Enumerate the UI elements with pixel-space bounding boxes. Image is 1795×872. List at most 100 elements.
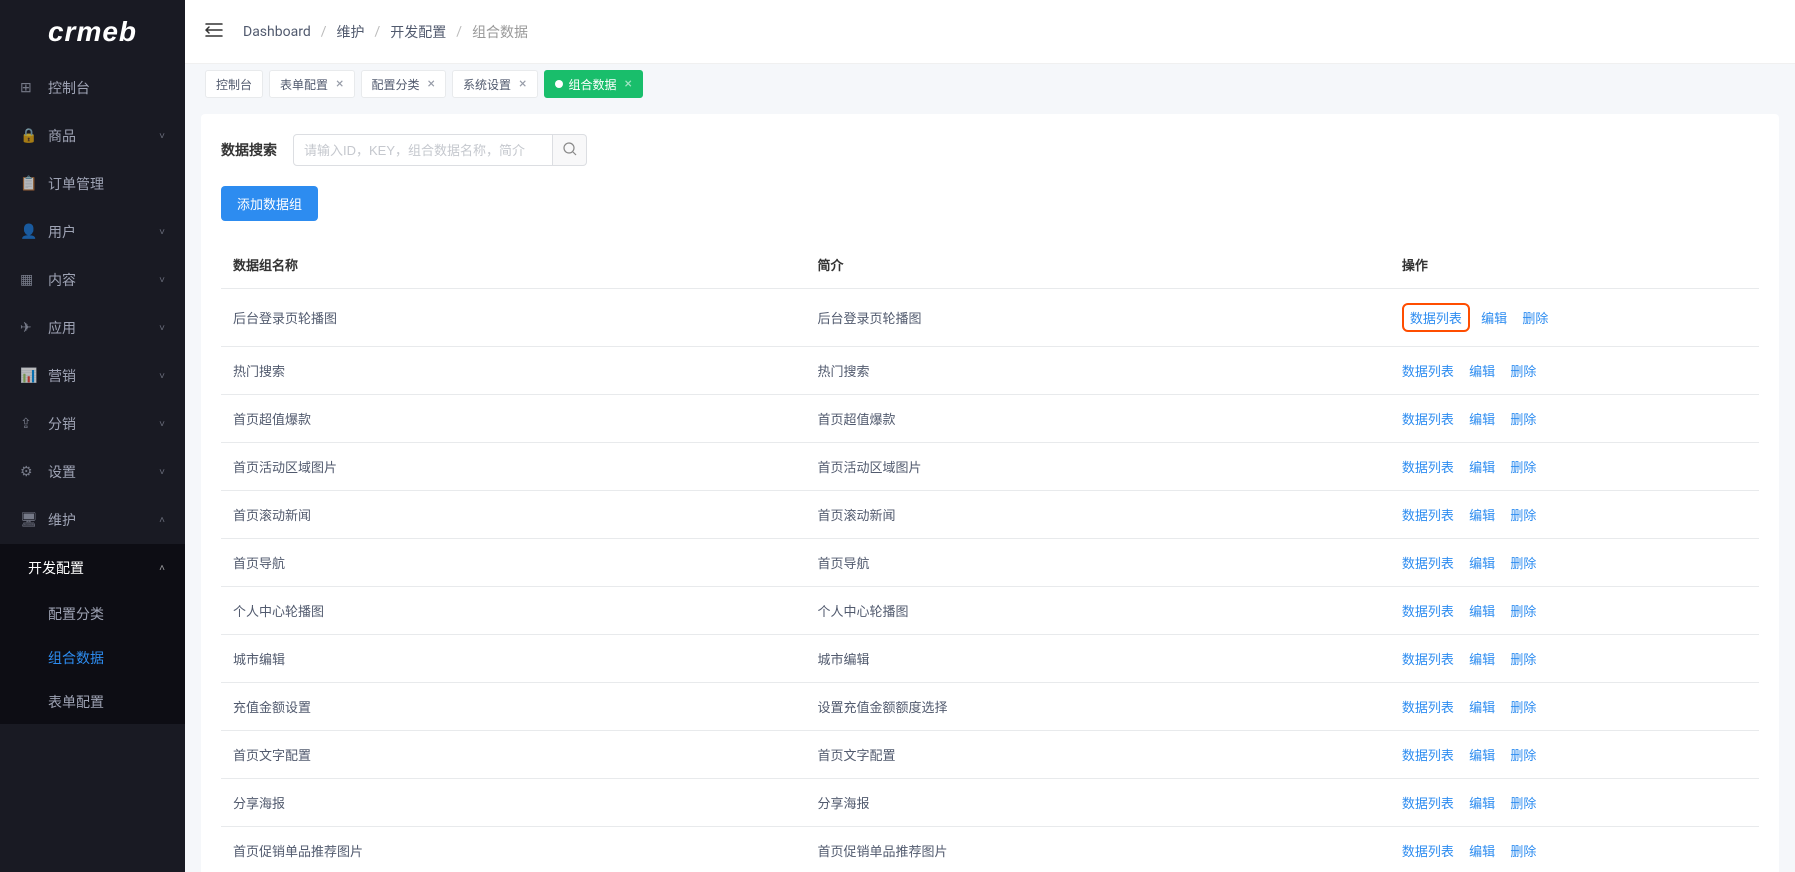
sidebar-item[interactable]: ▦内容˅ xyxy=(0,256,185,304)
subnav-item[interactable]: 表单配置 xyxy=(0,680,185,724)
edit-link[interactable]: 编辑 xyxy=(1469,461,1495,476)
cell-desc: 热门搜索 xyxy=(805,347,1389,395)
breadcrumb-separator: / xyxy=(456,24,462,40)
data-list-link[interactable]: 数据列表 xyxy=(1402,413,1454,428)
data-list-link[interactable]: 数据列表 xyxy=(1410,312,1462,327)
breadcrumb-item[interactable]: 维护 xyxy=(337,22,365,42)
cell-actions: 数据列表 编辑 删除 xyxy=(1390,587,1759,635)
edit-link[interactable]: 编辑 xyxy=(1469,845,1495,860)
delete-link[interactable]: 删除 xyxy=(1510,461,1536,476)
cell-name: 城市编辑 xyxy=(221,635,805,683)
edit-link[interactable]: 编辑 xyxy=(1469,605,1495,620)
delete-link[interactable]: 删除 xyxy=(1510,797,1536,812)
sidebar-item[interactable]: ✈应用˅ xyxy=(0,304,185,352)
breadcrumb-item[interactable]: Dashboard xyxy=(243,24,311,40)
sidebar-item[interactable]: 🖥维护˄ xyxy=(0,496,185,544)
data-list-link[interactable]: 数据列表 xyxy=(1402,461,1454,476)
highlight-annotation: 数据列表 xyxy=(1402,303,1470,332)
nav-label: 设置 xyxy=(48,462,159,482)
tab[interactable]: 组合数据× xyxy=(544,70,644,98)
tabs-bar: 控制台表单配置×配置分类×系统设置×组合数据× xyxy=(185,64,1795,98)
delete-link[interactable]: 删除 xyxy=(1510,509,1536,524)
cell-desc: 首页促销单品推荐图片 xyxy=(805,827,1389,872)
delete-link[interactable]: 删除 xyxy=(1510,413,1536,428)
cell-actions: 数据列表 编辑 删除 xyxy=(1390,443,1759,491)
data-list-link[interactable]: 数据列表 xyxy=(1402,557,1454,572)
delete-link[interactable]: 删除 xyxy=(1510,365,1536,380)
cell-name: 后台登录页轮播图 xyxy=(221,289,805,347)
subnav-header[interactable]: 开发配置˄ xyxy=(0,544,185,592)
delete-link[interactable]: 删除 xyxy=(1510,605,1536,620)
add-data-group-button[interactable]: 添加数据组 xyxy=(221,186,318,221)
subnav-item[interactable]: 组合数据 xyxy=(0,636,185,680)
close-icon[interactable]: × xyxy=(336,76,343,92)
edit-link[interactable]: 编辑 xyxy=(1469,509,1495,524)
data-list-link[interactable]: 数据列表 xyxy=(1402,797,1454,812)
edit-link[interactable]: 编辑 xyxy=(1469,749,1495,764)
sidebar-item[interactable]: 🔒商品˅ xyxy=(0,112,185,160)
search-label: 数据搜索 xyxy=(221,140,277,160)
close-icon[interactable]: × xyxy=(519,76,526,92)
tab[interactable]: 系统设置× xyxy=(452,70,538,98)
search-input[interactable] xyxy=(293,134,553,166)
edit-link[interactable]: 编辑 xyxy=(1481,312,1507,327)
edit-link[interactable]: 编辑 xyxy=(1469,365,1495,380)
data-list-link[interactable]: 数据列表 xyxy=(1402,701,1454,716)
sidebar-item[interactable]: ⊞控制台 xyxy=(0,64,185,112)
sidebar-item[interactable]: 📊营销˅ xyxy=(0,352,185,400)
cell-actions: 数据列表 编辑 删除 xyxy=(1390,635,1759,683)
edit-link[interactable]: 编辑 xyxy=(1469,557,1495,572)
delete-link[interactable]: 删除 xyxy=(1510,845,1536,860)
cell-name: 首页文字配置 xyxy=(221,731,805,779)
nav-label: 分销 xyxy=(48,414,159,434)
cell-name: 充值金额设置 xyxy=(221,683,805,731)
delete-link[interactable]: 删除 xyxy=(1510,653,1536,668)
data-list-link[interactable]: 数据列表 xyxy=(1402,509,1454,524)
cell-desc: 首页活动区域图片 xyxy=(805,443,1389,491)
tab[interactable]: 表单配置× xyxy=(269,70,355,98)
cell-desc: 城市编辑 xyxy=(805,635,1389,683)
tab-active-dot xyxy=(555,80,563,88)
data-list-link[interactable]: 数据列表 xyxy=(1402,845,1454,860)
edit-link[interactable]: 编辑 xyxy=(1469,653,1495,668)
sidebar-item[interactable]: ⚙设置˅ xyxy=(0,448,185,496)
nav-label: 营销 xyxy=(48,366,159,386)
edit-link[interactable]: 编辑 xyxy=(1469,413,1495,428)
data-list-link[interactable]: 数据列表 xyxy=(1402,605,1454,620)
table-row: 首页文字配置 首页文字配置 数据列表 编辑 删除 xyxy=(221,731,1759,779)
edit-link[interactable]: 编辑 xyxy=(1469,797,1495,812)
tab[interactable]: 控制台 xyxy=(205,70,263,98)
table-row: 热门搜索 热门搜索 数据列表 编辑 删除 xyxy=(221,347,1759,395)
close-icon[interactable]: × xyxy=(428,76,435,92)
search-row: 数据搜索 xyxy=(221,134,1759,166)
content: 数据搜索 添加数据组 数据组名称 xyxy=(185,98,1795,872)
close-icon[interactable]: × xyxy=(625,76,632,92)
sidebar-item[interactable]: 👤用户˅ xyxy=(0,208,185,256)
nav-icon: 📋 xyxy=(20,176,36,192)
nav-icon: ⊞ xyxy=(20,80,36,96)
nav-icon: 📊 xyxy=(20,368,36,384)
delete-link[interactable]: 删除 xyxy=(1510,749,1536,764)
breadcrumb-item: 组合数据 xyxy=(472,22,528,42)
subnav-item[interactable]: 配置分类 xyxy=(0,592,185,636)
data-list-link[interactable]: 数据列表 xyxy=(1402,749,1454,764)
breadcrumb-item[interactable]: 开发配置 xyxy=(390,22,446,42)
data-list-link[interactable]: 数据列表 xyxy=(1402,653,1454,668)
delete-link[interactable]: 删除 xyxy=(1510,701,1536,716)
collapse-toggle-icon[interactable] xyxy=(205,22,223,42)
search-button[interactable] xyxy=(553,134,587,166)
table-row: 首页促销单品推荐图片 首页促销单品推荐图片 数据列表 编辑 删除 xyxy=(221,827,1759,872)
nav-icon: ▦ xyxy=(20,272,36,288)
data-list-link[interactable]: 数据列表 xyxy=(1402,365,1454,380)
delete-link[interactable]: 删除 xyxy=(1510,557,1536,572)
breadcrumb-separator: / xyxy=(321,24,327,40)
sidebar-item[interactable]: ⇪分销˅ xyxy=(0,400,185,448)
cell-desc: 首页导航 xyxy=(805,539,1389,587)
cell-desc: 首页文字配置 xyxy=(805,731,1389,779)
sidebar-item[interactable]: 📋订单管理 xyxy=(0,160,185,208)
cell-name: 热门搜索 xyxy=(221,347,805,395)
delete-link[interactable]: 删除 xyxy=(1522,312,1548,327)
tab[interactable]: 配置分类× xyxy=(361,70,447,98)
chevron-down-icon: ˅ xyxy=(159,227,165,238)
edit-link[interactable]: 编辑 xyxy=(1469,701,1495,716)
